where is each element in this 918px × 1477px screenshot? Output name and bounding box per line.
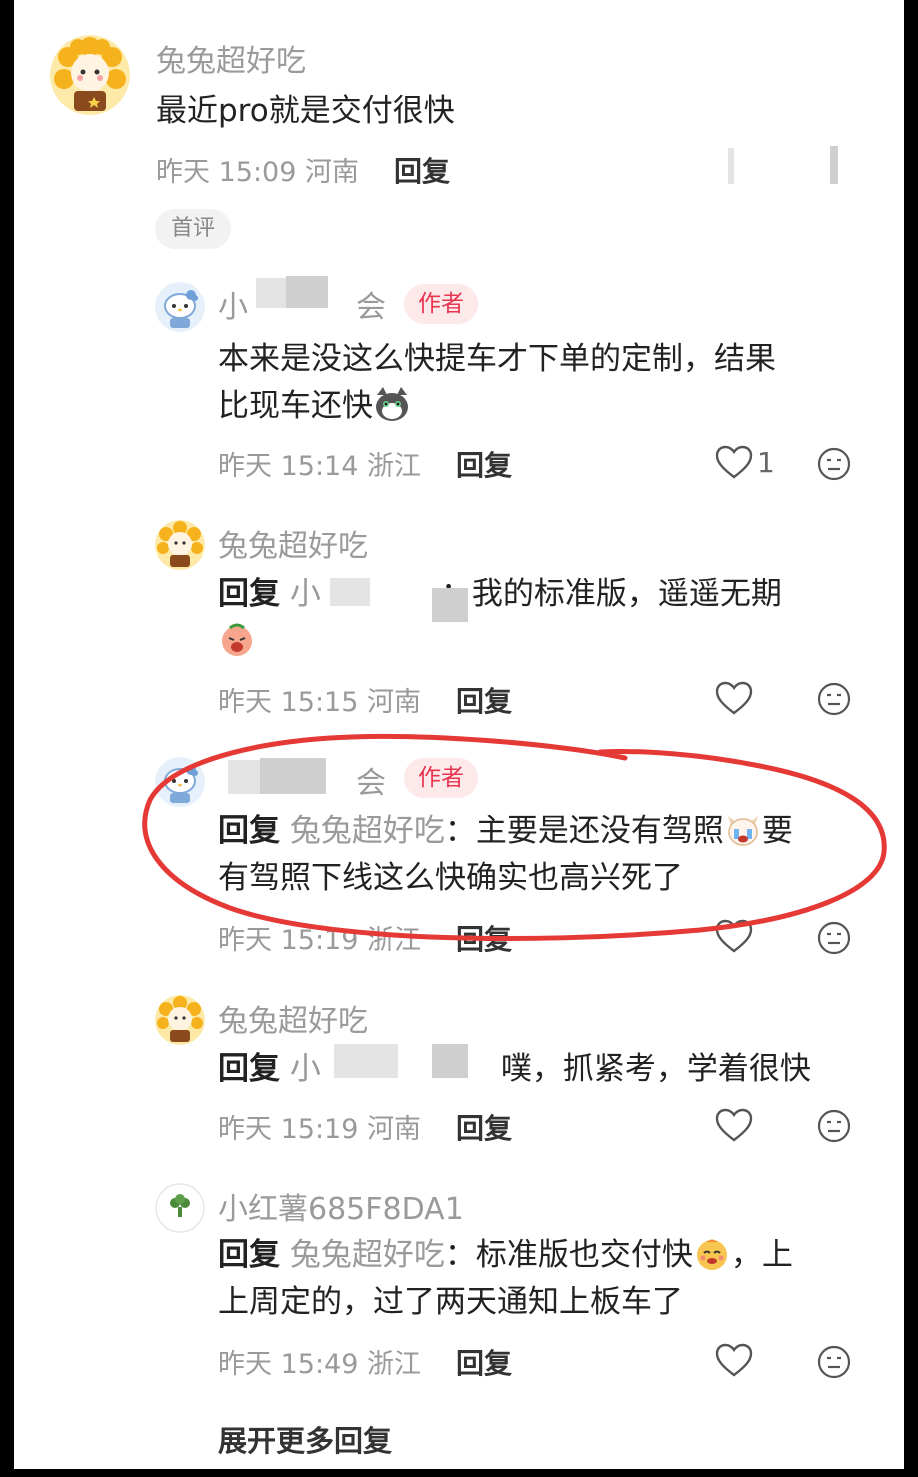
emoji-react-icon[interactable]: [816, 1108, 852, 1144]
reply5-time: 昨天 15:49: [218, 1349, 359, 1380]
reply3-meta: 昨天 15:19 浙江: [218, 918, 421, 957]
emoji-react-icon[interactable]: [816, 920, 852, 956]
blur-mark: [830, 146, 838, 184]
comment-time: 昨天 15:09: [156, 157, 297, 188]
avatar-broccoli[interactable]: [155, 1183, 205, 1233]
happy-face-emoji-icon: [693, 1234, 731, 1272]
reply5-meta: 昨天 15:49 浙江: [218, 1342, 421, 1381]
reply4-text[interactable]: 回复 小 噗，抓紧考，学着很快: [218, 1046, 878, 1093]
username-mosaic: [432, 588, 468, 622]
expand-more-replies-button[interactable]: 展开更多回复: [218, 1418, 392, 1460]
emoji-react-icon[interactable]: [816, 681, 852, 717]
heart-icon[interactable]: [714, 1341, 754, 1381]
reply2-text[interactable]: 回复 小 ：我的标准版，遥遥无期: [218, 571, 878, 665]
comment-location: 河南: [305, 157, 359, 188]
avatar-sunflower[interactable]: [155, 995, 205, 1045]
username-mosaic: [334, 1044, 398, 1078]
frame-left: [0, 0, 14, 1477]
author-tag: 作者: [404, 284, 478, 324]
avatar-sunflower[interactable]: [155, 520, 205, 570]
reply5-text-line1: 回复 兔兔超好吃：标准版也交付快 ，上: [218, 1232, 878, 1279]
reply2-reply-button[interactable]: 回复: [456, 680, 512, 720]
reply5-reply-button[interactable]: 回复: [456, 1342, 512, 1382]
reply3-text[interactable]: 回复 兔兔超好吃：主要是还没有驾照要 有驾照下线这么快确实也高兴死了: [218, 808, 878, 902]
reply3-time: 昨天 15:19: [218, 925, 359, 956]
reply1-text-line1: 本来是没这么快提车才下单的定制，结果: [218, 341, 776, 377]
heart-icon[interactable]: [714, 443, 754, 483]
reply4-body: 噗，抓紧考，学着很快: [500, 1051, 811, 1087]
reply1-author-a[interactable]: 小: [218, 282, 248, 326]
reply5-text-line2: 上周定的，过了两天通知上板车了: [218, 1284, 683, 1320]
reply2-location: 河南: [367, 687, 421, 718]
reply2-time: 昨天 15:15: [218, 687, 359, 718]
comment-reply-button[interactable]: 回复: [394, 150, 450, 190]
reply4-time: 昨天 15:19: [218, 1114, 359, 1145]
username-mosaic: [256, 278, 286, 308]
avatar-sunflower[interactable]: [50, 35, 130, 115]
reply4-reply-button[interactable]: 回复: [456, 1107, 512, 1147]
crying-peach-emoji-icon: [218, 620, 256, 658]
reply2-body: ：我的标准版，遥遥无期: [440, 576, 782, 612]
reply1-text-line2: 比现车还快: [218, 383, 878, 430]
blur-mark: [728, 148, 734, 184]
reply3-location: 浙江: [367, 925, 421, 956]
username-mosaic: [260, 758, 326, 794]
reply5-text[interactable]: 回复 兔兔超好吃：标准版也交付快 ，上 上周定的，过了两天通知上板车了: [218, 1232, 878, 1326]
reply3-text-line1: 回复 兔兔超好吃：主要是还没有驾照要: [218, 808, 878, 855]
reply1-time: 昨天 15:14: [218, 451, 359, 482]
comment-meta: 昨天 15:09 河南: [156, 150, 359, 189]
frame-bottom: [0, 1469, 918, 1477]
username-mosaic: [330, 578, 370, 606]
comment-text[interactable]: 最近pro就是交付很快: [156, 88, 455, 135]
reply5-location: 浙江: [367, 1349, 421, 1380]
username-mosaic: [286, 276, 328, 308]
username-mosaic: [228, 760, 260, 794]
username-mosaic: [432, 1044, 468, 1078]
avatar-kitty[interactable]: [155, 757, 205, 807]
reply-target[interactable]: 小: [290, 576, 321, 612]
reply1-meta: 昨天 15:14 浙江: [218, 444, 421, 483]
reply1-reply-button[interactable]: 回复: [456, 444, 512, 484]
reply1-text[interactable]: 本来是没这么快提车才下单的定制，结果 比现车还快: [218, 336, 878, 430]
reply-prefix: 回复: [218, 1051, 280, 1087]
reply3-reply-button[interactable]: 回复: [456, 918, 512, 958]
crying-dog-emoji-icon: [724, 810, 762, 848]
emoji-react-icon[interactable]: [816, 1344, 852, 1380]
reply4-location: 河南: [367, 1114, 421, 1145]
reply3-text-line2: 有驾照下线这么快确实也高兴死了: [218, 860, 683, 896]
cat-emoji-icon: [373, 385, 411, 423]
first-comment-badge: 首评: [155, 209, 232, 249]
frame-right: [904, 0, 918, 1477]
comment-author[interactable]: 兔兔超好吃: [156, 36, 306, 80]
reply4-meta: 昨天 15:19 河南: [218, 1107, 421, 1146]
heart-icon[interactable]: [714, 917, 754, 957]
reply4-author[interactable]: 兔兔超好吃: [218, 996, 368, 1040]
reply-target[interactable]: 小: [290, 1051, 321, 1087]
reply1-location: 浙江: [367, 451, 421, 482]
author-tag: 作者: [404, 758, 478, 798]
avatar-kitty[interactable]: [155, 282, 205, 332]
reply1-author-b[interactable]: 会: [356, 282, 386, 326]
heart-icon[interactable]: [714, 679, 754, 719]
reply-prefix: 回复: [218, 576, 280, 612]
reply2-meta: 昨天 15:15 河南: [218, 680, 421, 719]
emoji-react-icon[interactable]: [816, 446, 852, 482]
reply1-like-count: 1: [757, 446, 775, 479]
reply3-author-b[interactable]: 会: [356, 758, 386, 802]
heart-icon[interactable]: [714, 1106, 754, 1146]
reply5-author[interactable]: 小红薯685F8DA1: [218, 1184, 464, 1228]
reply2-author[interactable]: 兔兔超好吃: [218, 521, 368, 565]
